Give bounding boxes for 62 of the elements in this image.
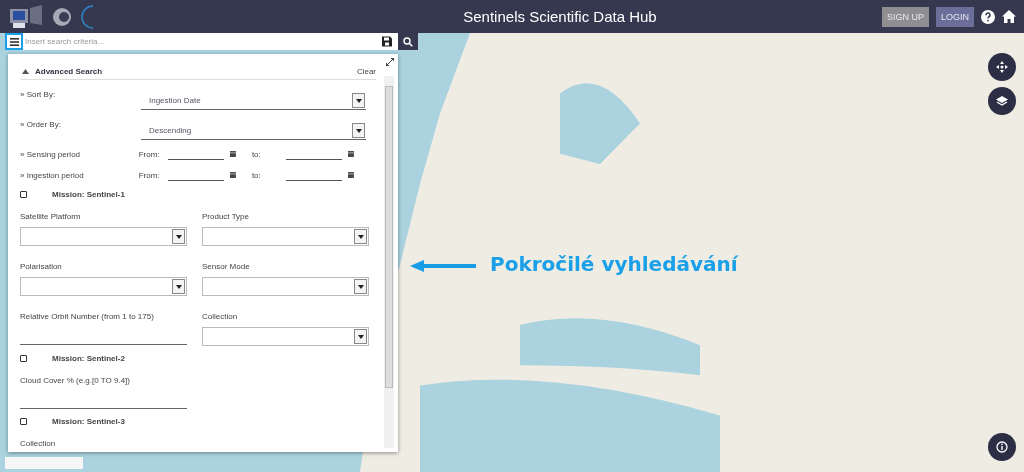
- caret-icon: [355, 128, 362, 133]
- field-label: Collection: [202, 312, 239, 321]
- clear-link[interactable]: Clear: [356, 67, 376, 76]
- menu-button[interactable]: [5, 33, 23, 50]
- move-arrows-icon: [996, 61, 1008, 73]
- dropdown[interactable]: [20, 277, 187, 296]
- home-icon[interactable]: [1002, 10, 1016, 23]
- dropdown[interactable]: Ingestion Date: [141, 92, 366, 110]
- search-field[interactable]: Insert search criteria...: [23, 33, 376, 50]
- calendar-icon[interactable]: [348, 172, 354, 178]
- app-title: Sentinels Scientific Data Hub: [462, 8, 658, 25]
- caret-icon: [357, 234, 364, 239]
- dropdown[interactable]: [202, 227, 369, 246]
- field-label: Polarisation: [20, 262, 63, 271]
- caret-icon: [355, 98, 362, 103]
- search-button[interactable]: [398, 33, 418, 50]
- field-label: » Sensing period: [20, 149, 82, 159]
- login-button[interactable]: LOGIN: [936, 6, 974, 27]
- dropdown[interactable]: Descending: [141, 122, 366, 140]
- caret-icon: [175, 234, 182, 239]
- mission-title: Mission: Sentinel-2: [52, 353, 125, 363]
- mission-title: Mission: Sentinel-1: [52, 189, 125, 199]
- checkbox[interactable]: [20, 417, 27, 425]
- expand-icon[interactable]: [386, 58, 394, 66]
- field-label: » Order By:: [20, 120, 62, 129]
- calendar-icon[interactable]: [230, 172, 236, 178]
- scrollbar[interactable]: [384, 76, 394, 448]
- annotation-text: Pokročilé vyhledávání: [490, 252, 738, 276]
- field-label: Cloud Cover % (e.g.[0 TO 9.4]): [20, 376, 131, 385]
- mission-title: Mission: Sentinel-3: [52, 416, 125, 426]
- copernicus-logo-icon: [80, 3, 94, 30]
- help-icon[interactable]: [981, 9, 995, 24]
- panel-title: Advanced Search: [35, 67, 103, 76]
- checkbox[interactable]: [20, 354, 27, 362]
- field-label: Product Type: [202, 212, 250, 221]
- menu-icon: [9, 37, 19, 46]
- field-label: Relative Orbit Number (from 1 to 175): [20, 312, 155, 321]
- checkbox[interactable]: [20, 190, 27, 198]
- layers-icon: [996, 95, 1008, 107]
- calendar-icon[interactable]: [230, 151, 236, 157]
- arrow-icon: [410, 260, 476, 272]
- field-label: » Sort By:: [20, 90, 57, 99]
- caret-icon: [357, 334, 364, 339]
- info-icon: [996, 441, 1008, 453]
- collapse-icon[interactable]: [22, 69, 29, 74]
- field-label: Satellite Platform: [20, 212, 82, 221]
- from-label: From:: [138, 170, 161, 180]
- dropdown[interactable]: [202, 327, 369, 346]
- esa-logo-icon: [52, 6, 72, 27]
- dropdown[interactable]: [20, 227, 187, 246]
- save-icon[interactable]: [376, 33, 398, 50]
- to-label: to:: [251, 170, 262, 180]
- caret-icon: [175, 284, 182, 289]
- dropdown[interactable]: [202, 277, 369, 296]
- caret-icon: [357, 284, 364, 289]
- search-icon: [403, 36, 413, 47]
- field-label: » Ingestion period: [20, 170, 85, 180]
- calendar-icon[interactable]: [348, 151, 354, 157]
- field-label: Collection: [20, 439, 57, 448]
- from-label: From:: [138, 149, 161, 159]
- field-label: Sensor Mode: [202, 262, 251, 271]
- to-label: to:: [251, 149, 262, 159]
